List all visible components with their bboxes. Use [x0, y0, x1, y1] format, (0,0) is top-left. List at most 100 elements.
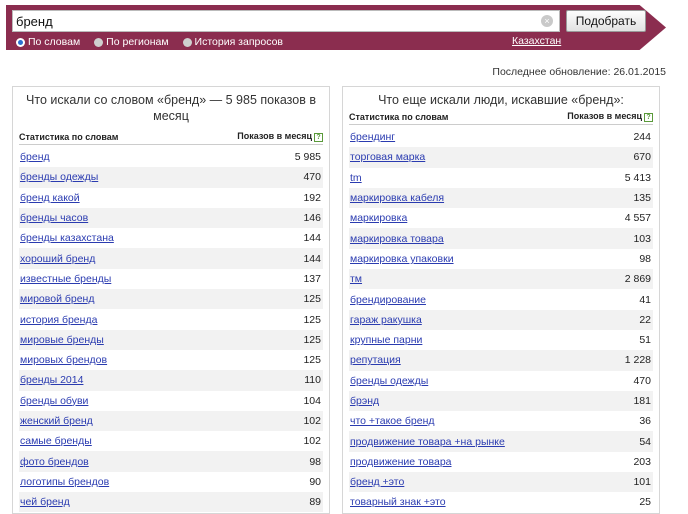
column-header-count: Показов в месяц? — [567, 111, 653, 122]
impressions-count: 125 — [303, 354, 321, 367]
column-header-words: Статистика по словам — [349, 111, 449, 122]
radio-icon[interactable] — [94, 37, 104, 47]
radio-icon[interactable] — [182, 37, 192, 47]
clear-icon[interactable]: × — [541, 15, 553, 27]
impressions-count: 89 — [309, 496, 321, 509]
query-link[interactable]: женский бренд — [20, 415, 93, 427]
table-row: маркировка кабеля 135 — [349, 187, 653, 209]
query-link[interactable]: бренды обуви — [20, 395, 88, 407]
search-box[interactable]: × — [12, 10, 560, 32]
mode-label: По словам — [28, 36, 81, 48]
impressions-count: 137 — [303, 272, 321, 285]
table-row: крупные парни 51 — [349, 330, 653, 350]
query-link[interactable]: бренд — [20, 151, 50, 163]
impressions-count: 244 — [633, 131, 651, 144]
query-link[interactable]: брендирование — [350, 294, 426, 306]
impressions-count: 470 — [303, 171, 321, 184]
query-link[interactable]: бренды казахстана — [20, 232, 114, 244]
table-row: бренд 5 985 — [19, 147, 323, 167]
impressions-count: 4 557 — [624, 212, 651, 225]
query-link[interactable]: маркировка кабеля — [350, 192, 444, 204]
query-link[interactable]: бренды 2014 — [20, 374, 83, 386]
submit-button[interactable]: Подобрать — [566, 10, 646, 32]
table-row: бренд какой 192 — [19, 188, 323, 208]
mode-history[interactable]: История запросов — [182, 35, 283, 49]
query-link[interactable]: чей бренд — [20, 496, 70, 508]
impressions-count: 135 — [633, 192, 651, 205]
table-row: брендирование 41 — [349, 289, 653, 309]
query-link[interactable]: tm — [350, 172, 362, 184]
query-link[interactable]: продвижение товара — [350, 456, 452, 468]
query-link[interactable]: фото брендов — [20, 456, 89, 468]
impressions-count: 125 — [303, 333, 321, 346]
impressions-count: 192 — [303, 191, 321, 204]
query-link[interactable]: мировые бренды — [20, 334, 104, 346]
mode-label: История запросов — [194, 36, 283, 48]
table-row: бренды одежды 470 — [19, 167, 323, 188]
impressions-count: 22 — [639, 313, 651, 326]
query-link[interactable]: торговая марка — [350, 151, 425, 163]
table-row: женский бренд 102 — [19, 410, 323, 432]
query-link[interactable]: тм — [350, 273, 362, 285]
query-link[interactable]: продвижение товара +на рынке — [350, 436, 505, 448]
table-row: маркировка товара 103 — [349, 228, 653, 249]
query-link[interactable]: что +такое бренд — [350, 415, 435, 427]
query-link[interactable]: крупные парни — [350, 334, 422, 346]
mode-by-regions[interactable]: По регионам — [94, 35, 169, 49]
table-row: бренды 2014 110 — [19, 370, 323, 391]
search-input[interactable] — [16, 13, 536, 29]
table-row: чей бренд 89 — [19, 492, 323, 513]
query-link[interactable]: бренды одежды — [20, 171, 98, 183]
table-row: бренды одежды 470 — [349, 371, 653, 391]
panel-title: Что еще искали люди, искавшие «бренд»: — [378, 93, 624, 107]
table-row: репутация 1 228 — [349, 350, 653, 371]
table-row: tm 5 413 — [349, 168, 653, 188]
right-table-body: брендинг 244 торговая марка 670 tm 5 413 марки… — [349, 127, 653, 513]
impressions-count: 98 — [309, 455, 321, 468]
table-row: торговая марка 670 — [349, 147, 653, 168]
query-link[interactable]: бренды часов — [20, 212, 88, 224]
query-link[interactable]: бренды одежды — [350, 375, 428, 387]
impressions-count: 104 — [303, 394, 321, 407]
table-row: логотипы брендов 90 — [19, 472, 323, 492]
impressions-count: 25 — [639, 496, 651, 509]
query-link[interactable]: брэнд — [350, 395, 379, 407]
query-link[interactable]: репутация — [350, 354, 401, 366]
help-icon[interactable]: ? — [314, 132, 323, 142]
query-link[interactable]: история бренда — [20, 314, 97, 326]
table-row: бренд +это 101 — [349, 472, 653, 493]
query-link[interactable]: маркировка товара — [350, 233, 444, 245]
help-icon[interactable]: ? — [644, 112, 653, 122]
mode-by-words[interactable]: По словам — [16, 35, 80, 49]
table-row: бренды часов 146 — [19, 207, 323, 229]
table-row: бренды обуви 104 — [19, 391, 323, 411]
table-row: маркировка упаковки 98 — [349, 249, 653, 269]
query-link[interactable]: гараж ракушка — [350, 314, 422, 326]
query-link[interactable]: бренд какой — [20, 192, 80, 204]
table-row: продвижение товара 203 — [349, 452, 653, 472]
query-link[interactable]: бренд +это — [350, 476, 404, 488]
region-link[interactable]: Казахстан — [512, 35, 561, 47]
query-link[interactable]: брендинг — [350, 131, 395, 143]
impressions-count: 144 — [303, 252, 321, 265]
query-link[interactable]: маркировка — [350, 212, 407, 224]
query-link[interactable]: мировой бренд — [20, 293, 94, 305]
query-link[interactable]: известные бренды — [20, 273, 111, 285]
table-row: известные бренды 137 — [19, 269, 323, 289]
query-link[interactable]: маркировка упаковки — [350, 253, 454, 265]
table-row: фото брендов 98 — [19, 451, 323, 472]
query-link[interactable]: мировых брендов — [20, 354, 107, 366]
query-link[interactable]: самые бренды — [20, 435, 92, 447]
impressions-count: 470 — [633, 374, 651, 387]
query-link[interactable]: логотипы брендов — [20, 476, 109, 488]
column-header-words: Статистика по словам — [19, 131, 119, 142]
impressions-count: 51 — [639, 334, 651, 347]
impressions-count: 146 — [303, 212, 321, 225]
query-link[interactable]: товарный знак +это — [350, 496, 446, 508]
table-row: тм 2 869 — [349, 269, 653, 290]
radio-selected-icon[interactable] — [16, 37, 25, 47]
impressions-count: 102 — [303, 435, 321, 448]
left-table-body: бренд 5 985 бренды одежды 470 бренд какой 192… — [19, 147, 323, 513]
query-link[interactable]: хороший бренд — [20, 253, 95, 265]
impressions-count: 144 — [303, 232, 321, 245]
